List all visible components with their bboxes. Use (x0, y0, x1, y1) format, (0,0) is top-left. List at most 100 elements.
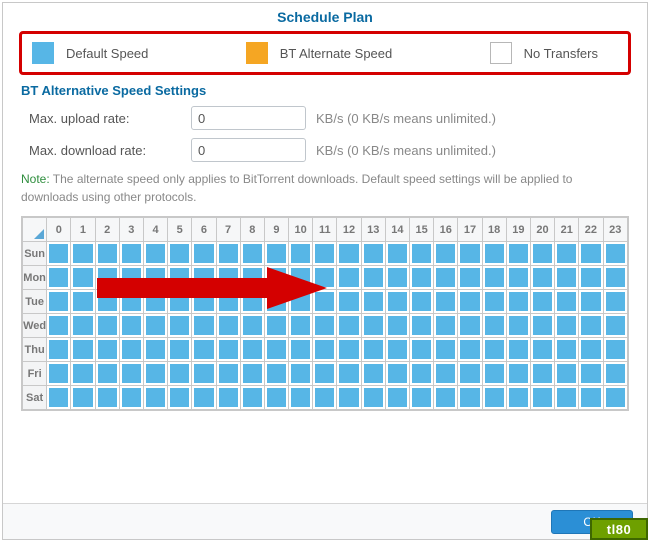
schedule-cell[interactable] (530, 266, 554, 290)
schedule-cell[interactable] (482, 242, 506, 266)
schedule-cell[interactable] (603, 362, 628, 386)
schedule-cell[interactable] (47, 290, 71, 314)
schedule-cell[interactable] (192, 338, 216, 362)
schedule-cell[interactable] (192, 362, 216, 386)
schedule-cell[interactable] (506, 266, 530, 290)
schedule-cell[interactable] (579, 362, 603, 386)
schedule-cell[interactable] (530, 242, 554, 266)
schedule-cell[interactable] (410, 290, 434, 314)
schedule-cell[interactable] (385, 314, 409, 338)
schedule-cell[interactable] (119, 242, 143, 266)
schedule-cell[interactable] (143, 266, 167, 290)
schedule-cell[interactable] (337, 242, 361, 266)
schedule-cell[interactable] (337, 266, 361, 290)
schedule-grid[interactable]: 01234567891011121314151617181920212223 S… (22, 217, 628, 410)
schedule-cell[interactable] (458, 362, 482, 386)
schedule-cell[interactable] (240, 338, 264, 362)
schedule-cell[interactable] (458, 290, 482, 314)
schedule-cell[interactable] (410, 314, 434, 338)
schedule-cell[interactable] (337, 386, 361, 410)
schedule-cell[interactable] (410, 338, 434, 362)
schedule-cell[interactable] (119, 314, 143, 338)
schedule-cell[interactable] (95, 338, 119, 362)
schedule-cell[interactable] (434, 242, 458, 266)
schedule-cell[interactable] (216, 362, 240, 386)
schedule-cell[interactable] (458, 266, 482, 290)
schedule-cell[interactable] (385, 362, 409, 386)
schedule-cell[interactable] (482, 362, 506, 386)
schedule-cell[interactable] (168, 314, 192, 338)
schedule-cell[interactable] (289, 338, 313, 362)
schedule-cell[interactable] (216, 338, 240, 362)
schedule-cell[interactable] (143, 362, 167, 386)
schedule-cell[interactable] (603, 314, 628, 338)
upload-rate-input[interactable] (191, 106, 306, 130)
schedule-cell[interactable] (47, 362, 71, 386)
schedule-cell[interactable] (119, 362, 143, 386)
schedule-cell[interactable] (434, 314, 458, 338)
schedule-cell[interactable] (240, 290, 264, 314)
schedule-cell[interactable] (434, 338, 458, 362)
schedule-cell[interactable] (216, 290, 240, 314)
schedule-cell[interactable] (410, 362, 434, 386)
schedule-cell[interactable] (95, 362, 119, 386)
schedule-cell[interactable] (434, 362, 458, 386)
schedule-cell[interactable] (95, 314, 119, 338)
schedule-cell[interactable] (240, 386, 264, 410)
schedule-cell[interactable] (313, 362, 337, 386)
schedule-cell[interactable] (385, 290, 409, 314)
schedule-cell[interactable] (410, 386, 434, 410)
schedule-cell[interactable] (458, 242, 482, 266)
schedule-cell[interactable] (313, 242, 337, 266)
schedule-cell[interactable] (579, 266, 603, 290)
schedule-cell[interactable] (71, 386, 95, 410)
schedule-cell[interactable] (71, 242, 95, 266)
schedule-cell[interactable] (458, 338, 482, 362)
schedule-cell[interactable] (579, 386, 603, 410)
schedule-cell[interactable] (555, 242, 579, 266)
schedule-cell[interactable] (119, 266, 143, 290)
schedule-cell[interactable] (555, 362, 579, 386)
schedule-cell[interactable] (337, 338, 361, 362)
schedule-cell[interactable] (579, 242, 603, 266)
schedule-cell[interactable] (506, 338, 530, 362)
schedule-cell[interactable] (603, 386, 628, 410)
schedule-cell[interactable] (579, 338, 603, 362)
schedule-cell[interactable] (192, 266, 216, 290)
schedule-cell[interactable] (240, 242, 264, 266)
schedule-cell[interactable] (530, 314, 554, 338)
schedule-cell[interactable] (313, 290, 337, 314)
schedule-cell[interactable] (506, 362, 530, 386)
schedule-cell[interactable] (168, 266, 192, 290)
schedule-cell[interactable] (216, 266, 240, 290)
schedule-cell[interactable] (95, 290, 119, 314)
schedule-cell[interactable] (264, 266, 288, 290)
schedule-cell[interactable] (216, 242, 240, 266)
schedule-cell[interactable] (240, 362, 264, 386)
schedule-cell[interactable] (240, 266, 264, 290)
schedule-cell[interactable] (289, 290, 313, 314)
schedule-cell[interactable] (47, 266, 71, 290)
schedule-cell[interactable] (192, 386, 216, 410)
schedule-cell[interactable] (71, 290, 95, 314)
schedule-cell[interactable] (530, 386, 554, 410)
schedule-cell[interactable] (385, 242, 409, 266)
schedule-cell[interactable] (168, 386, 192, 410)
schedule-cell[interactable] (168, 362, 192, 386)
schedule-cell[interactable] (482, 386, 506, 410)
schedule-cell[interactable] (47, 314, 71, 338)
schedule-cell[interactable] (434, 386, 458, 410)
schedule-cell[interactable] (555, 386, 579, 410)
schedule-cell[interactable] (337, 314, 361, 338)
schedule-cell[interactable] (168, 290, 192, 314)
schedule-cell[interactable] (579, 290, 603, 314)
download-rate-input[interactable] (191, 138, 306, 162)
schedule-cell[interactable] (361, 314, 385, 338)
schedule-cell[interactable] (361, 338, 385, 362)
schedule-cell[interactable] (603, 290, 628, 314)
schedule-cell[interactable] (264, 338, 288, 362)
schedule-cell[interactable] (264, 386, 288, 410)
schedule-cell[interactable] (361, 242, 385, 266)
schedule-cell[interactable] (95, 266, 119, 290)
schedule-cell[interactable] (603, 242, 628, 266)
